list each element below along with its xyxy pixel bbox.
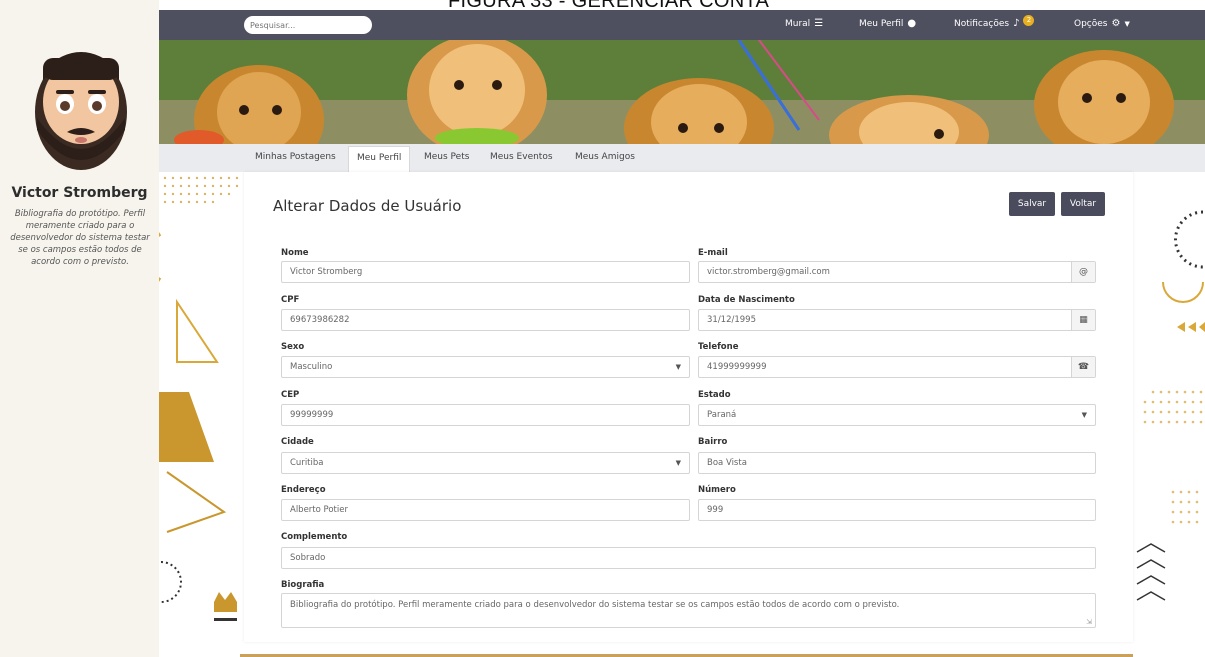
chevron-down-icon: ▼ — [675, 363, 681, 371]
nav-notificacoes-label: Notificações — [954, 18, 1010, 29]
gears-icon: ⚙ — [1111, 18, 1121, 29]
bairro-value: Boa Vista — [707, 458, 747, 468]
tab-meus-amigos[interactable]: Meus Amigos — [575, 152, 635, 162]
cover-banner — [159, 40, 1205, 144]
numero-label: Número — [698, 485, 736, 495]
sexo-label: Sexo — [281, 342, 305, 352]
complemento-label: Complemento — [281, 532, 348, 542]
cep-label: CEP — [281, 390, 300, 400]
estado-value: Paraná — [707, 410, 737, 420]
chevron-down-icon: ▼ — [1081, 411, 1087, 419]
endereco-input[interactable]: Alberto Potier — [281, 499, 690, 521]
bairro-input[interactable]: Boa Vista — [698, 452, 1096, 474]
user-icon: ● — [907, 18, 917, 29]
telefone-value: 41999999999 — [707, 362, 767, 372]
decorative-pattern-left — [159, 176, 239, 621]
user-bio: Bibliografia do protótipo. Perfil merame… — [10, 209, 150, 267]
nascimento-input[interactable]: 31/12/1995 ▦ — [698, 309, 1096, 331]
back-button[interactable]: Voltar — [1061, 192, 1105, 216]
user-name: Victor Stromberg — [11, 185, 148, 201]
biografia-value: Bibliografia do protótipo. Perfil merame… — [290, 600, 900, 610]
nascimento-value: 31/12/1995 — [707, 315, 756, 325]
top-navbar: Mural ☰ Meu Perfil ● Notificações ♪ 2 Op… — [159, 10, 1205, 40]
search-input[interactable] — [244, 16, 372, 34]
endereco-value: Alberto Potier — [290, 505, 348, 515]
database-icon: ☰ — [814, 18, 824, 29]
numero-input[interactable]: 999 — [698, 499, 1096, 521]
email-label: E-mail — [698, 248, 728, 258]
tab-meus-pets[interactable]: Meus Pets — [424, 152, 469, 162]
sexo-select[interactable]: Masculino ▼ — [281, 356, 690, 378]
phone-icon: ☎ — [1071, 357, 1095, 377]
cidade-label: Cidade — [281, 437, 314, 447]
sexo-value: Masculino — [290, 362, 333, 372]
tab-minhas-postagens[interactable]: Minhas Postagens — [255, 152, 336, 162]
nav-meu-perfil[interactable]: Meu Perfil ● — [859, 18, 916, 29]
profile-sidebar: Victor Stromberg Bibliografia do protóti… — [0, 0, 159, 657]
save-button[interactable]: Salvar — [1009, 192, 1055, 216]
chevron-down-icon: ▼ — [675, 459, 681, 467]
biografia-textarea[interactable]: Bibliografia do protótipo. Perfil merame… — [281, 593, 1096, 628]
email-value: victor.stromberg@gmail.com — [707, 267, 830, 277]
complemento-value: Sobrado — [290, 553, 326, 563]
cidade-select[interactable]: Curitiba ▼ — [281, 452, 690, 474]
tab-meu-perfil[interactable]: Meu Perfil — [348, 146, 411, 172]
resize-handle-icon[interactable]: ⇲ — [1086, 618, 1092, 626]
at-icon: @ — [1071, 262, 1095, 282]
nav-mural[interactable]: Mural ☰ — [785, 18, 823, 29]
cidade-value: Curitiba — [290, 458, 324, 468]
puppies-banner-image — [159, 40, 1205, 144]
telefone-input[interactable]: 41999999999 ☎ — [698, 356, 1096, 378]
telefone-label: Telefone — [698, 342, 739, 352]
endereco-label: Endereço — [281, 485, 326, 495]
profile-tabs: Minhas Postagens Meu Perfil Meus Pets Me… — [159, 144, 1205, 172]
nome-value: Victor Stromberg — [290, 267, 363, 277]
cpf-value: 69673986282 — [290, 315, 350, 325]
bairro-label: Bairro — [698, 437, 728, 447]
form-title: Alterar Dados de Usuário — [273, 197, 462, 215]
tab-meus-eventos[interactable]: Meus Eventos — [490, 152, 553, 162]
nascimento-label: Data de Nascimento — [698, 295, 795, 305]
nav-opcoes[interactable]: Opções ⚙ ▼ — [1074, 18, 1130, 29]
cpf-label: CPF — [281, 295, 300, 305]
nav-opcoes-label: Opções — [1074, 18, 1108, 29]
nav-mural-label: Mural — [785, 18, 811, 29]
biografia-label: Biografia — [281, 580, 325, 590]
cpf-input[interactable]: 69673986282 — [281, 309, 690, 331]
numero-value: 999 — [707, 505, 724, 515]
nome-label: Nome — [281, 248, 309, 258]
email-input[interactable]: victor.stromberg@gmail.com @ — [698, 261, 1096, 283]
estado-label: Estado — [698, 390, 731, 400]
decorative-pattern-right — [1136, 210, 1205, 601]
estado-select[interactable]: Paraná ▼ — [698, 404, 1096, 426]
profile-form-card: Alterar Dados de Usuário Salvar Voltar N… — [244, 172, 1133, 642]
nome-input[interactable]: Victor Stromberg — [281, 261, 690, 283]
calendar-icon[interactable]: ▦ — [1071, 310, 1095, 330]
caret-down-icon: ▼ — [1124, 19, 1130, 28]
complemento-input[interactable]: Sobrado — [281, 547, 1096, 569]
avatar — [35, 52, 127, 170]
cep-value: 99999999 — [290, 410, 334, 420]
notification-badge: 2 — [1023, 15, 1035, 26]
nav-notificacoes[interactable]: Notificações ♪ 2 — [954, 15, 1035, 29]
cep-input[interactable]: 99999999 — [281, 404, 690, 426]
nav-meu-perfil-label: Meu Perfil — [859, 18, 904, 29]
bell-icon: ♪ — [1013, 18, 1020, 29]
